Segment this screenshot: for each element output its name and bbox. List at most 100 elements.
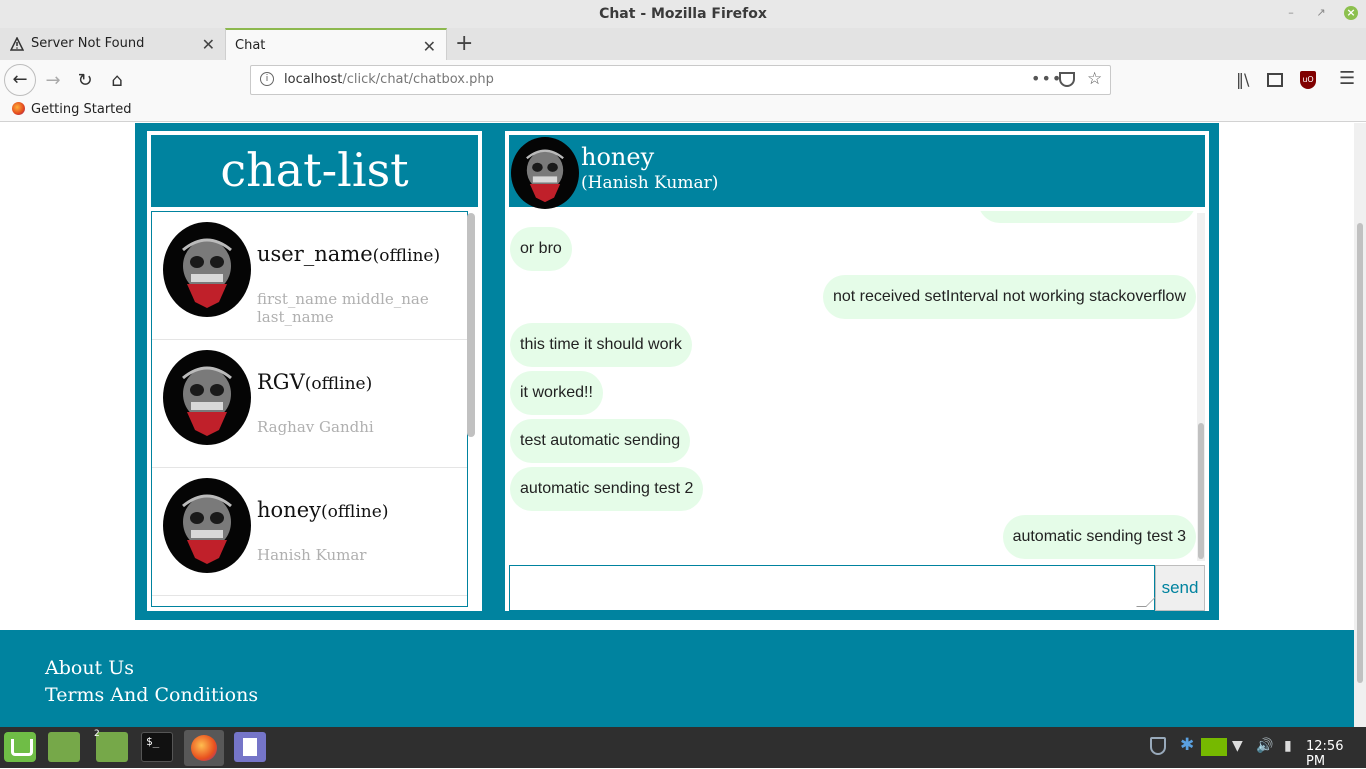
message-bubble: automatic sending test 3 — [1002, 515, 1196, 559]
user-status: (offline) — [320, 502, 389, 522]
clock[interactable]: 12:56 PM — [1306, 739, 1366, 769]
user-status: (offline) — [372, 246, 441, 266]
chat-list-item[interactable] — [152, 596, 467, 607]
url-bar[interactable]: i localhost/click/chat/chatbox.php ••• ☆ — [250, 65, 1111, 95]
firefox-taskbar-icon[interactable] — [184, 730, 224, 766]
username: user_name(offline) — [257, 242, 440, 266]
url-host: localhost — [284, 72, 343, 87]
avatar — [511, 137, 579, 209]
warning-icon — [10, 37, 24, 51]
about-us-link[interactable]: About Us — [45, 657, 134, 679]
pocket-icon[interactable] — [1059, 72, 1075, 87]
page-actions-icon[interactable]: ••• — [1031, 69, 1062, 88]
username-text: honey — [257, 498, 321, 522]
bookmark-star-icon[interactable]: ☆ — [1087, 69, 1102, 89]
url-text[interactable]: localhost/click/chat/chatbox.php — [284, 72, 494, 87]
reload-icon[interactable]: ↻ — [70, 66, 100, 96]
window-titlebar: Chat - Mozilla Firefox – ↗ × — [0, 0, 1366, 28]
library-icon[interactable]: ‖\ — [1236, 70, 1249, 89]
bluetooth-icon[interactable]: ✱ — [1180, 735, 1194, 755]
avatar-image — [182, 494, 232, 564]
chat-list-item[interactable]: user_name(offline) first_name middle_nae… — [152, 212, 467, 340]
tab-close-icon[interactable]: ✕ — [202, 35, 215, 54]
tab-server-not-found[interactable]: Server Not Found ✕ — [0, 28, 225, 60]
chat-list-title: chat-list — [151, 135, 478, 207]
window-count-badge: 2 — [94, 729, 100, 739]
avatar-image — [182, 366, 232, 436]
tab-chat[interactable]: Chat ✕ — [225, 28, 447, 60]
bookmark-getting-started[interactable]: Getting Started — [12, 102, 132, 117]
message-list[interactable]: or bro not received setInterval not work… — [509, 211, 1197, 563]
nvidia-icon[interactable] — [1201, 738, 1227, 756]
message-bubble: automatic sending test 2 — [510, 467, 704, 511]
tab-label: Chat — [235, 38, 266, 53]
avatar — [163, 478, 251, 573]
shield-icon[interactable] — [1150, 737, 1166, 755]
text-editor-icon[interactable] — [234, 732, 266, 762]
contact-username: honey — [581, 143, 655, 171]
forward-arrow-icon[interactable]: → — [38, 66, 68, 96]
contact-full-name: (Hanish Kumar) — [581, 173, 719, 193]
send-button[interactable]: send — [1155, 565, 1205, 611]
message-bubble: this time it should work — [510, 323, 692, 367]
message-bubble: not received setInterval not working sta… — [822, 275, 1196, 319]
message-scrollbar-thumb[interactable] — [1198, 423, 1204, 559]
avatar-image — [526, 149, 564, 203]
tab-close-icon[interactable]: ✕ — [423, 37, 436, 56]
firefox-icon — [191, 735, 217, 761]
message-bubble: test automatic sending — [510, 419, 691, 463]
username-text: user_name — [257, 242, 373, 266]
url-path: /click/chat/chatbox.php — [342, 72, 494, 87]
page-scrollbar[interactable] — [1354, 123, 1366, 727]
avatar — [163, 222, 251, 317]
home-icon[interactable]: ⌂ — [102, 66, 132, 96]
maximize-icon[interactable]: ↗ — [1314, 6, 1328, 20]
user-full-name: Raghav Gandhi — [257, 418, 374, 436]
chat-list-panel: chat-list user_name(offline) first_name … — [147, 131, 482, 611]
close-icon[interactable]: × — [1344, 6, 1358, 20]
wifi-icon[interactable]: ▼ — [1232, 738, 1243, 754]
minimize-icon[interactable]: – — [1284, 6, 1298, 20]
firefox-icon — [12, 102, 25, 115]
avatar — [163, 606, 251, 607]
terminal-icon[interactable]: $_ — [141, 732, 173, 762]
menu-icon[interactable]: ☰ — [1339, 68, 1355, 89]
chat-list-item[interactable]: RGV(offline) Raghav Gandhi — [152, 340, 467, 468]
message-bubble: or bro — [510, 227, 572, 271]
footer: About Us Terms And Conditions — [0, 630, 1354, 727]
terms-link[interactable]: Terms And Conditions — [45, 684, 258, 706]
chat-panel: honey (Hanish Kumar) or bro not received… — [505, 131, 1209, 611]
username: RGV(offline) — [257, 370, 372, 394]
tab-label: Server Not Found — [31, 36, 145, 51]
folder-icon[interactable]: 2 — [94, 729, 128, 762]
info-icon[interactable]: i — [260, 72, 274, 86]
chat-list-scrollbar[interactable] — [467, 213, 475, 437]
sidebar-icon[interactable] — [1267, 73, 1283, 87]
bookmark-label: Getting Started — [31, 102, 132, 117]
folder-icon[interactable] — [48, 732, 80, 762]
chat-list[interactable]: user_name(offline) first_name middle_nae… — [151, 211, 468, 607]
ublock-icon[interactable]: uO — [1300, 71, 1316, 89]
page-scrollbar-thumb[interactable] — [1357, 223, 1363, 683]
message-bubble: it worked!! — [510, 371, 603, 415]
tab-bar: Server Not Found ✕ Chat ✕ + — [0, 28, 1366, 60]
window-title: Chat - Mozilla Firefox — [599, 6, 767, 22]
chat-list-item[interactable]: honey(offline) Hanish Kumar — [152, 468, 467, 596]
mint-menu-icon[interactable] — [4, 732, 36, 762]
message-bubble — [978, 211, 1196, 223]
taskbar: 2 $_ ✱ ▼ 🔊 ▮ 12:56 PM — [0, 727, 1366, 769]
battery-icon[interactable]: ▮ — [1284, 738, 1292, 754]
user-full-name: Hanish Kumar — [257, 546, 367, 564]
message-input[interactable] — [509, 565, 1156, 611]
bookmarks-bar: Getting Started — [0, 100, 1366, 122]
back-arrow-icon[interactable]: ← — [4, 64, 36, 96]
navigation-bar: ← → ↻ ⌂ i localhost/click/chat/chatbox.p… — [0, 60, 1366, 100]
new-tab-icon[interactable]: + — [455, 31, 473, 56]
chat-header: honey (Hanish Kumar) — [509, 135, 1205, 209]
volume-icon[interactable]: 🔊 — [1256, 738, 1273, 754]
chat-container: chat-list user_name(offline) first_name … — [135, 123, 1219, 620]
username-text: RGV — [257, 370, 305, 394]
avatar-image — [182, 238, 232, 308]
resize-grip-icon[interactable] — [1136, 597, 1156, 607]
avatar — [163, 350, 251, 445]
